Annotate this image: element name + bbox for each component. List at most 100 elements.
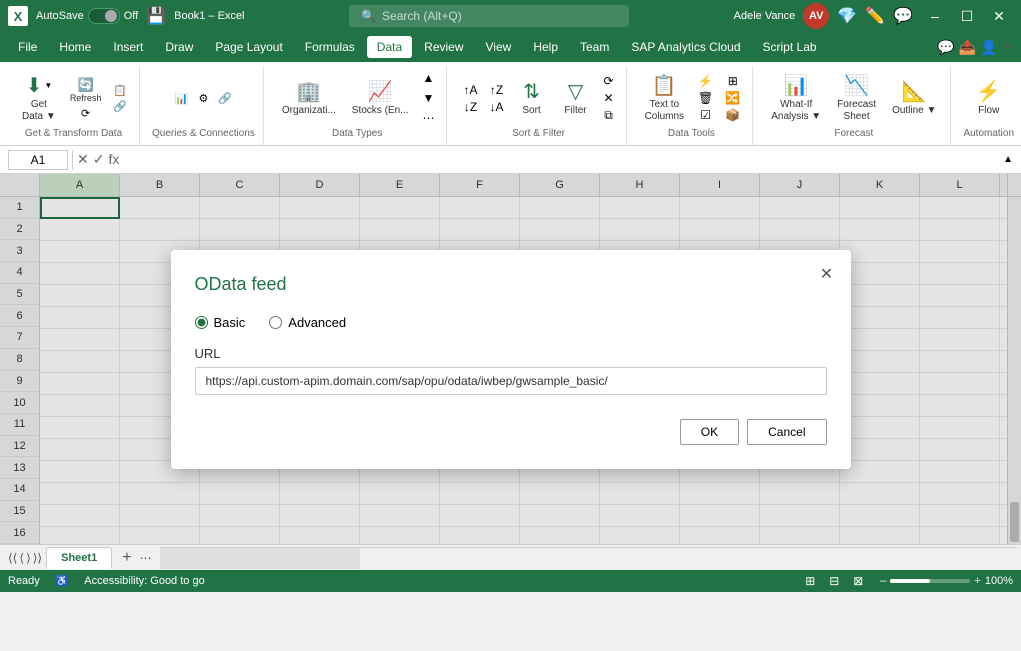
menu-draw[interactable]: Draw (155, 36, 203, 58)
queries-connections-btn[interactable]: 📊 (171, 91, 193, 106)
save-icon[interactable]: 💾 (146, 6, 166, 26)
insert-function-btn[interactable]: fx (108, 151, 119, 168)
comments-icon[interactable]: 💬 (937, 39, 954, 56)
outline-btn[interactable]: 📐 Outline ▼ (886, 77, 942, 119)
search-box[interactable]: 🔍 (349, 5, 629, 27)
flash-fill-btn[interactable]: ⚡ (694, 73, 717, 89)
maximize-button[interactable]: ☐ (953, 4, 981, 28)
sort-label: Sort (522, 105, 540, 117)
menu-page-layout[interactable]: Page Layout (205, 36, 292, 58)
ok-button[interactable]: OK (680, 419, 739, 445)
add-sheet-button[interactable]: + (114, 547, 139, 569)
menu-formulas[interactable]: Formulas (295, 36, 365, 58)
stocks-btn[interactable]: 📈 Stocks (En... (346, 77, 415, 119)
menu-home[interactable]: Home (49, 36, 101, 58)
edit-links-btn[interactable]: 🔗 (109, 99, 131, 114)
menu-file[interactable]: File (8, 36, 47, 58)
zoom-slider[interactable] (890, 579, 970, 583)
flow-btn[interactable]: ⚡ Flow (969, 77, 1009, 119)
queries-properties-btn[interactable]: 📋 (109, 83, 131, 98)
collapse-ribbon-btn[interactable]: ∧ (1002, 39, 1013, 56)
properties-btn[interactable]: ⚙ (195, 91, 213, 106)
search-icon: 🔍 (361, 9, 376, 23)
menu-insert[interactable]: Insert (103, 36, 153, 58)
advanced-icon: ⧉ (604, 108, 613, 123)
formula-expand-btn[interactable]: ▲ (1003, 154, 1013, 165)
sheet-tab-sheet1[interactable]: Sheet1 (46, 547, 112, 569)
get-data-button[interactable]: ⬇ ▼ GetData ▼ (16, 71, 62, 125)
org-btn[interactable]: 🏢 Organizati... (276, 77, 342, 119)
page-layout-view-btn[interactable]: ⊟ (824, 573, 844, 589)
dt-more-btn[interactable]: ⋯ (418, 110, 438, 126)
url-input[interactable] (195, 367, 827, 395)
radio-advanced-input[interactable] (269, 316, 282, 329)
sort-az-btn[interactable]: ↓A (486, 99, 508, 115)
autosave-btn[interactable] (88, 8, 120, 24)
cell-reference[interactable] (8, 150, 68, 170)
minimize-button[interactable]: – (921, 4, 949, 28)
sort-desc-btn[interactable]: ↓Z (459, 99, 481, 115)
page-break-view-btn[interactable]: ⊠ (848, 573, 868, 589)
radio-basic[interactable]: Basic (195, 315, 246, 330)
menu-data[interactable]: Data (367, 36, 412, 58)
menu-team[interactable]: Team (570, 36, 619, 58)
zoom-minus-btn[interactable]: – (880, 575, 886, 587)
el-icon: 🔗 (218, 92, 232, 105)
menu-review[interactable]: Review (414, 36, 473, 58)
formula-input[interactable] (123, 151, 999, 169)
sort-asc-btn[interactable]: ↑A (459, 82, 481, 98)
diamond-icon[interactable]: 💎 (837, 6, 857, 26)
share-icon[interactable]: 📤 (959, 39, 976, 56)
sheet-nav-next[interactable]: ⟩ (26, 551, 31, 565)
clear-btn[interactable]: ✕ (600, 90, 618, 106)
zoom-plus-btn[interactable]: + (974, 575, 980, 587)
data-valid-btn[interactable]: ☑ (694, 107, 717, 123)
dt-down-btn[interactable]: ▼ (418, 90, 438, 106)
avatar[interactable]: AV (803, 3, 829, 29)
radio-basic-input[interactable] (195, 316, 208, 329)
sheet-scrollbar[interactable] (160, 547, 1017, 569)
title-bar-right: Adele Vance AV 💎 ✏️ 💬 – ☐ ✕ (734, 3, 1013, 29)
normal-view-btn[interactable]: ⊞ (800, 573, 820, 589)
relationships-btn[interactable]: 🔀 (721, 90, 744, 106)
refresh-all-button[interactable]: 🔄 Refresh (66, 76, 106, 104)
radio-advanced[interactable]: Advanced (269, 315, 346, 330)
what-if-btn[interactable]: 📊 What-IfAnalysis ▼ (765, 71, 827, 125)
sheet-options[interactable]: ⋯ (140, 551, 152, 565)
user-name: Adele Vance (734, 10, 796, 22)
confirm-formula-btn[interactable]: ✓ (93, 151, 105, 168)
search-input[interactable] (382, 9, 602, 23)
dialog-close-button[interactable]: ✕ (815, 262, 839, 286)
dialog-title: OData feed (195, 274, 827, 295)
pen-icon[interactable]: ✏️ (865, 6, 885, 26)
menu-view[interactable]: View (476, 36, 522, 58)
chat-icon[interactable]: 💬 (893, 6, 913, 26)
cancel-button[interactable]: Cancel (747, 419, 826, 445)
edit-links-btn2[interactable]: 🔗 (214, 91, 236, 106)
advanced-btn[interactable]: ⧉ (600, 107, 618, 124)
dt-up-btn[interactable]: ▲ (418, 70, 438, 86)
menu-bar: File Home Insert Draw Page Layout Formul… (0, 32, 1021, 62)
sheet-nav-first[interactable]: ⟨⟨ (8, 551, 17, 565)
manage-model-btn[interactable]: 📦 (721, 107, 744, 123)
menu-sap[interactable]: SAP Analytics Cloud (621, 36, 750, 58)
remove-dups-btn[interactable]: 🗑 (694, 90, 717, 106)
sort-za-btn[interactable]: ↑Z (486, 82, 508, 98)
profile-icon[interactable]: 👤 (980, 39, 997, 56)
sheet-nav-last[interactable]: ⟩⟩ (33, 551, 42, 565)
filter-btn[interactable]: ▽ Filter (556, 77, 596, 119)
stocks-icon: 📈 (368, 79, 393, 104)
cancel-formula-btn[interactable]: ✕ (77, 151, 89, 168)
connections-button[interactable]: ⟳ (66, 106, 106, 121)
menu-help[interactable]: Help (523, 36, 568, 58)
text-to-columns-btn[interactable]: 📋 Text toColumns (639, 71, 690, 125)
close-button[interactable]: ✕ (985, 4, 1013, 28)
forecast-sheet-btn[interactable]: 📉 ForecastSheet (831, 71, 882, 125)
sort-btn[interactable]: ⇅ Sort (512, 77, 552, 119)
consolidate-btn[interactable]: ⊞ (721, 73, 744, 89)
sheet-nav-prev[interactable]: ⟨ (19, 551, 24, 565)
reapply-btn[interactable]: ⟳ (600, 73, 618, 89)
data-types-items: 🏢 Organizati... 📈 Stocks (En... ▲ ▼ ⋯ (276, 70, 439, 126)
ribbon-group-get-transform: ⬇ ▼ GetData ▼ 🔄 Refresh ⟳ � (8, 66, 140, 145)
menu-script-lab[interactable]: Script Lab (753, 36, 827, 58)
